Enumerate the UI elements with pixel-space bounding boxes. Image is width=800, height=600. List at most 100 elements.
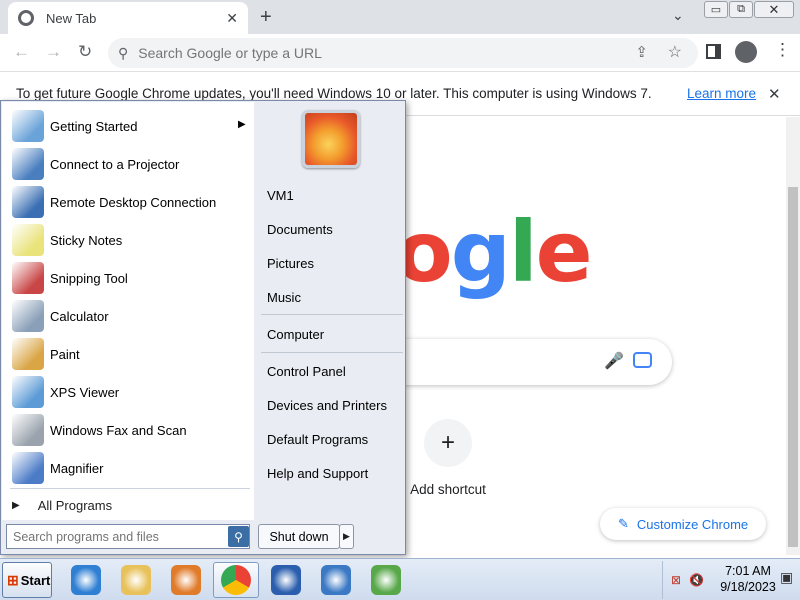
documents-link[interactable]: Documents	[267, 219, 403, 239]
program-label: Sticky Notes	[50, 232, 123, 248]
search-icon[interactable]: ⚲	[228, 526, 249, 547]
xps-viewer-icon	[12, 376, 44, 408]
control-panel-link[interactable]: Control Panel	[267, 361, 403, 381]
action-center-icon	[321, 565, 351, 595]
start-program-item[interactable]: Remote Desktop Connection	[2, 183, 254, 221]
user-folder-link[interactable]: VM1	[267, 185, 403, 205]
google-lens-icon[interactable]	[633, 352, 652, 368]
paint-icon	[12, 338, 44, 370]
omnibox-input[interactable]	[138, 45, 579, 61]
taskbar-app-button[interactable]	[313, 562, 359, 598]
google-logo: ogle	[395, 207, 593, 297]
infobar-message: To get future Google Chrome updates, you…	[16, 86, 652, 101]
pictures-link[interactable]: Pictures	[267, 253, 403, 273]
taskbar-app-button[interactable]	[163, 562, 209, 598]
shut-down-button[interactable]: Shut down	[258, 524, 340, 549]
fax-icon	[12, 414, 44, 446]
program-label: Getting Started	[50, 118, 138, 134]
chrome-icon	[221, 565, 251, 595]
share-icon[interactable]: ⇪	[635, 43, 648, 61]
restore-button[interactable]: ⧉	[729, 1, 753, 18]
close-window-button[interactable]: ✕	[754, 1, 794, 18]
start-program-item[interactable]: Connect to a Projector	[2, 145, 254, 183]
start-button[interactable]: ⊞ Start	[2, 562, 52, 598]
computer-link[interactable]: Computer	[267, 324, 403, 344]
shut-down-options-arrow-icon[interactable]: ▶	[339, 524, 354, 549]
minimize-button[interactable]: ▭	[704, 1, 728, 18]
taskbar-app-button[interactable]	[63, 562, 109, 598]
taskbar: ⊞ Start ⊠ 🔇 7:01 AM 9/18/2023 ▣	[0, 558, 800, 600]
clock-time: 7:01 AM	[725, 564, 771, 578]
program-label: Calculator	[50, 308, 109, 324]
clock-date: 9/18/2023	[720, 580, 776, 594]
taskbar-app-button[interactable]	[113, 562, 159, 598]
page-scrollbar[interactable]	[786, 117, 800, 555]
divider	[261, 314, 403, 315]
start-menu-links-pane: VM1 Documents Pictures Music Computer Control…	[257, 102, 405, 520]
divider	[261, 352, 403, 353]
start-program-item[interactable]: Windows Fax and Scan	[2, 411, 254, 449]
all-programs-arrow-icon: ▶	[12, 499, 20, 511]
taskbar-app-button[interactable]	[213, 562, 259, 598]
volume-icon[interactable]: 🔇	[689, 573, 704, 587]
clock[interactable]: 7:01 AM 9/18/2023	[716, 563, 780, 595]
remote-desktop-icon	[12, 186, 44, 218]
taskbar-app-button[interactable]	[263, 562, 309, 598]
pencil-icon: ✎	[618, 516, 629, 531]
start-program-item[interactable]: Calculator	[2, 297, 254, 335]
scrollbar-thumb[interactable]	[788, 187, 798, 547]
tab-close-icon[interactable]: ✕	[226, 10, 238, 27]
bookmark-star-icon[interactable]: ☆	[668, 42, 682, 62]
devices-printers-link[interactable]: Devices and Printers	[267, 395, 403, 415]
start-search-box[interactable]: ⚲	[6, 524, 250, 549]
microphone-icon[interactable]: 🎤	[604, 351, 624, 371]
browser-toolbar: ← → ↻ ⚲ ⇪ ☆ ⋮	[0, 34, 800, 72]
learn-more-link[interactable]: Learn more	[687, 86, 756, 101]
start-program-item[interactable]: Magnifier	[2, 449, 254, 487]
user-picture-flower[interactable]	[302, 110, 360, 168]
customize-chrome-button[interactable]: ✎ Customize Chrome	[600, 508, 766, 540]
start-program-item[interactable]: Getting Started ▶	[2, 107, 254, 145]
media-player-icon	[171, 565, 201, 595]
scissors-icon	[12, 262, 44, 294]
network-icon[interactable]: ⊠	[671, 573, 681, 587]
omnibox[interactable]: ⚲ ⇪ ☆	[108, 38, 698, 68]
infobar-close-icon[interactable]: ✕	[768, 85, 781, 103]
getting-started-icon	[12, 110, 44, 142]
windows-logo-icon	[371, 565, 401, 595]
reload-icon[interactable]: ↻	[78, 42, 92, 62]
logo-letter: l	[508, 203, 538, 301]
default-programs-link[interactable]: Default Programs	[267, 429, 403, 449]
logo-letter: g	[450, 203, 511, 301]
help-support-link[interactable]: Help and Support	[267, 463, 403, 483]
profile-avatar-icon[interactable]	[735, 41, 757, 63]
tab-new-tab[interactable]: New Tab ✕	[8, 2, 248, 34]
all-programs-label: All Programs	[37, 497, 113, 513]
music-link[interactable]: Music	[267, 287, 403, 307]
start-program-item[interactable]: XPS Viewer	[2, 373, 254, 411]
search-icon: ⚲	[118, 44, 129, 61]
windows-flag-icon: ⊞	[7, 571, 19, 588]
menu-kebab-icon[interactable]: ⋮	[774, 40, 791, 60]
program-label: Paint	[50, 346, 80, 362]
start-program-item[interactable]: Snipping Tool	[2, 259, 254, 297]
start-program-item[interactable]: Sticky Notes	[2, 221, 254, 259]
forward-arrow-icon[interactable]: →	[45, 42, 62, 62]
back-arrow-icon[interactable]: ←	[13, 42, 30, 62]
start-label: Start	[20, 572, 51, 588]
calculator-icon	[12, 300, 44, 332]
add-shortcut-label[interactable]: Add shortcut	[400, 482, 496, 497]
projector-icon	[12, 148, 44, 180]
side-panel-icon[interactable]	[706, 44, 721, 59]
program-label: Magnifier	[50, 460, 104, 476]
show-desktop-icon[interactable]: ▣	[780, 569, 793, 586]
start-search-input[interactable]	[7, 529, 219, 544]
taskbar-app-button[interactable]	[363, 562, 409, 598]
program-label: XPS Viewer	[50, 384, 120, 400]
start-program-item[interactable]: Paint	[2, 335, 254, 373]
all-programs-item[interactable]: ▶ All Programs	[2, 492, 254, 518]
add-shortcut-button[interactable]: +	[424, 419, 472, 467]
tab-search-icon[interactable]: ⌄	[672, 7, 684, 24]
chrome-favicon-icon	[18, 10, 34, 26]
new-tab-button[interactable]: +	[260, 6, 272, 29]
